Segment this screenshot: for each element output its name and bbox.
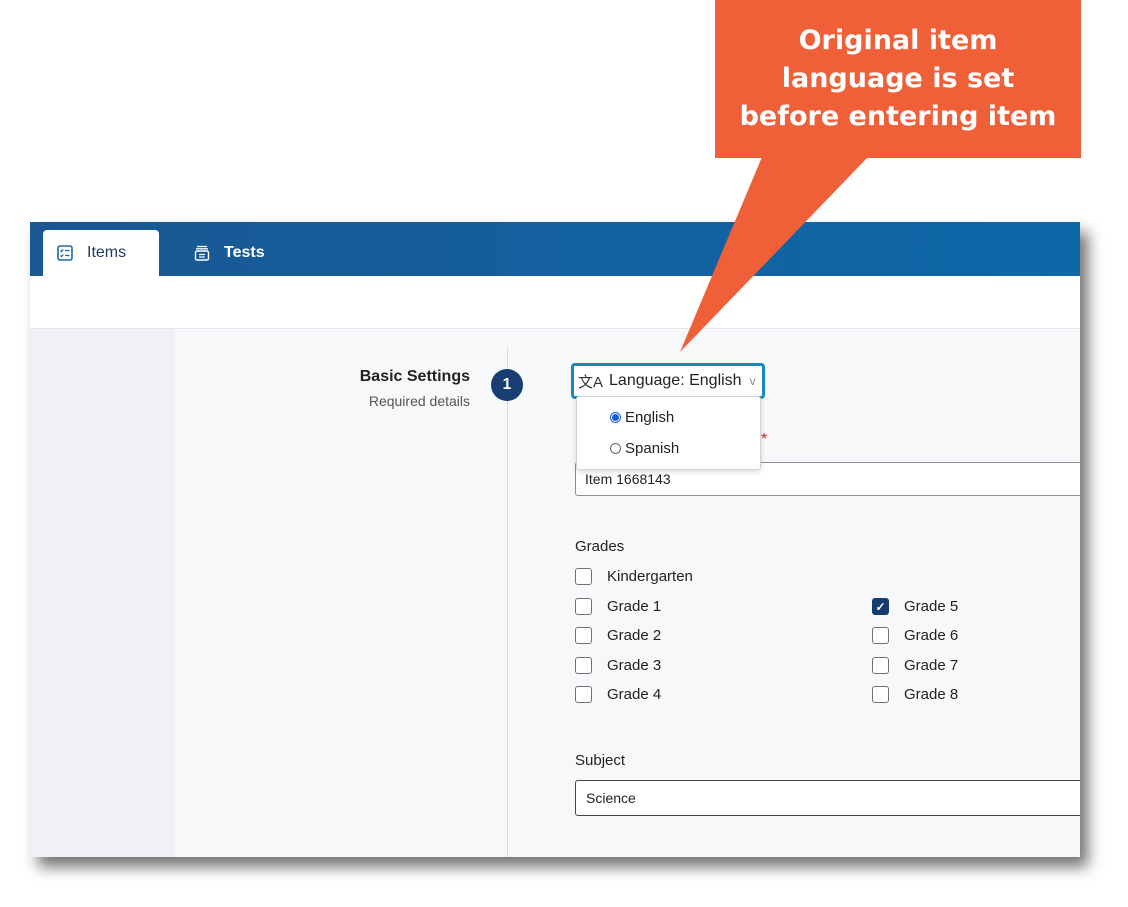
- top-navbar: Items Tests: [30, 222, 1080, 276]
- section-subtitle: Required details: [368, 393, 470, 409]
- checkbox-icon: [575, 627, 592, 644]
- grade-label: Kindergarten: [607, 568, 693, 585]
- grade-label: Grade 3: [607, 657, 662, 674]
- callout-line-2: language is set: [781, 63, 1015, 94]
- language-option-label: Spanish: [625, 440, 680, 457]
- grade-label: Grade 4: [607, 686, 662, 703]
- step-badge: 1: [491, 369, 523, 401]
- subject-value: Science: [586, 790, 636, 806]
- checkbox-icon: [872, 686, 889, 703]
- grade-checkbox-6[interactable]: Grade 6: [872, 627, 958, 644]
- grade-checkbox-kindergarten[interactable]: Kindergarten: [575, 568, 693, 585]
- subject-label: Subject: [575, 752, 626, 769]
- test-stack-icon: [194, 245, 210, 261]
- checkbox-icon: [872, 657, 889, 674]
- grade-label: Grade 1: [607, 598, 662, 615]
- language-option-english[interactable]: English: [610, 409, 674, 426]
- language-option-spanish[interactable]: Spanish: [610, 440, 679, 457]
- language-dropdown-button[interactable]: 文A Language: English v: [571, 363, 765, 399]
- grade-checkbox-3[interactable]: Grade 3: [575, 657, 661, 674]
- grade-label: Grade 6: [904, 627, 959, 644]
- left-sidebar: [30, 329, 175, 857]
- grade-label: Grade 2: [607, 627, 662, 644]
- checkbox-icon: [575, 686, 592, 703]
- language-dropdown-menu: English Spanish: [576, 396, 761, 470]
- language-button-label: Language: English: [609, 372, 742, 389]
- grade-label: Grade 7: [904, 657, 959, 674]
- section-divider: [507, 347, 508, 857]
- checkbox-icon: [575, 657, 592, 674]
- required-asterisk: *: [761, 431, 768, 448]
- checkbox-icon: [575, 598, 592, 615]
- grade-checkbox-5[interactable]: ✓ Grade 5: [872, 598, 958, 615]
- annotation-callout: Original item language is set before ent…: [715, 0, 1081, 158]
- grade-label: Grade 8: [904, 686, 959, 703]
- sub-header: [30, 276, 1080, 329]
- checkbox-icon: [872, 627, 889, 644]
- app-screenshot: Items Tests Basic Settings Required deta…: [30, 222, 1080, 857]
- translate-icon: 文A: [578, 373, 604, 391]
- tab-items-label: Items: [87, 244, 127, 261]
- grade-checkbox-1[interactable]: Grade 1: [575, 598, 661, 615]
- item-name-value: Item 1668143: [585, 471, 671, 487]
- tab-tests[interactable]: Tests: [194, 230, 265, 276]
- checkbox-checked-icon: ✓: [872, 598, 889, 615]
- radio-selected-icon: [610, 412, 621, 423]
- chevron-down-icon: v: [749, 374, 756, 388]
- grade-checkbox-8[interactable]: Grade 8: [872, 686, 958, 703]
- checkbox-icon: [575, 568, 592, 585]
- grades-label: Grades: [575, 538, 625, 555]
- language-option-label: English: [625, 409, 675, 426]
- subject-input[interactable]: Science: [575, 780, 1080, 816]
- callout-line-1: Original item: [798, 25, 998, 56]
- section-title: Basic Settings: [359, 368, 470, 385]
- tab-items[interactable]: Items: [43, 230, 159, 276]
- radio-unselected-icon: [610, 443, 621, 454]
- callout-line-3: before entering item: [739, 101, 1057, 132]
- checklist-icon: [57, 245, 73, 261]
- tab-tests-label: Tests: [224, 244, 265, 261]
- grade-label: Grade 5: [904, 598, 959, 615]
- grade-checkbox-7[interactable]: Grade 7: [872, 657, 958, 674]
- grade-checkbox-4[interactable]: Grade 4: [575, 686, 661, 703]
- grade-checkbox-2[interactable]: Grade 2: [575, 627, 661, 644]
